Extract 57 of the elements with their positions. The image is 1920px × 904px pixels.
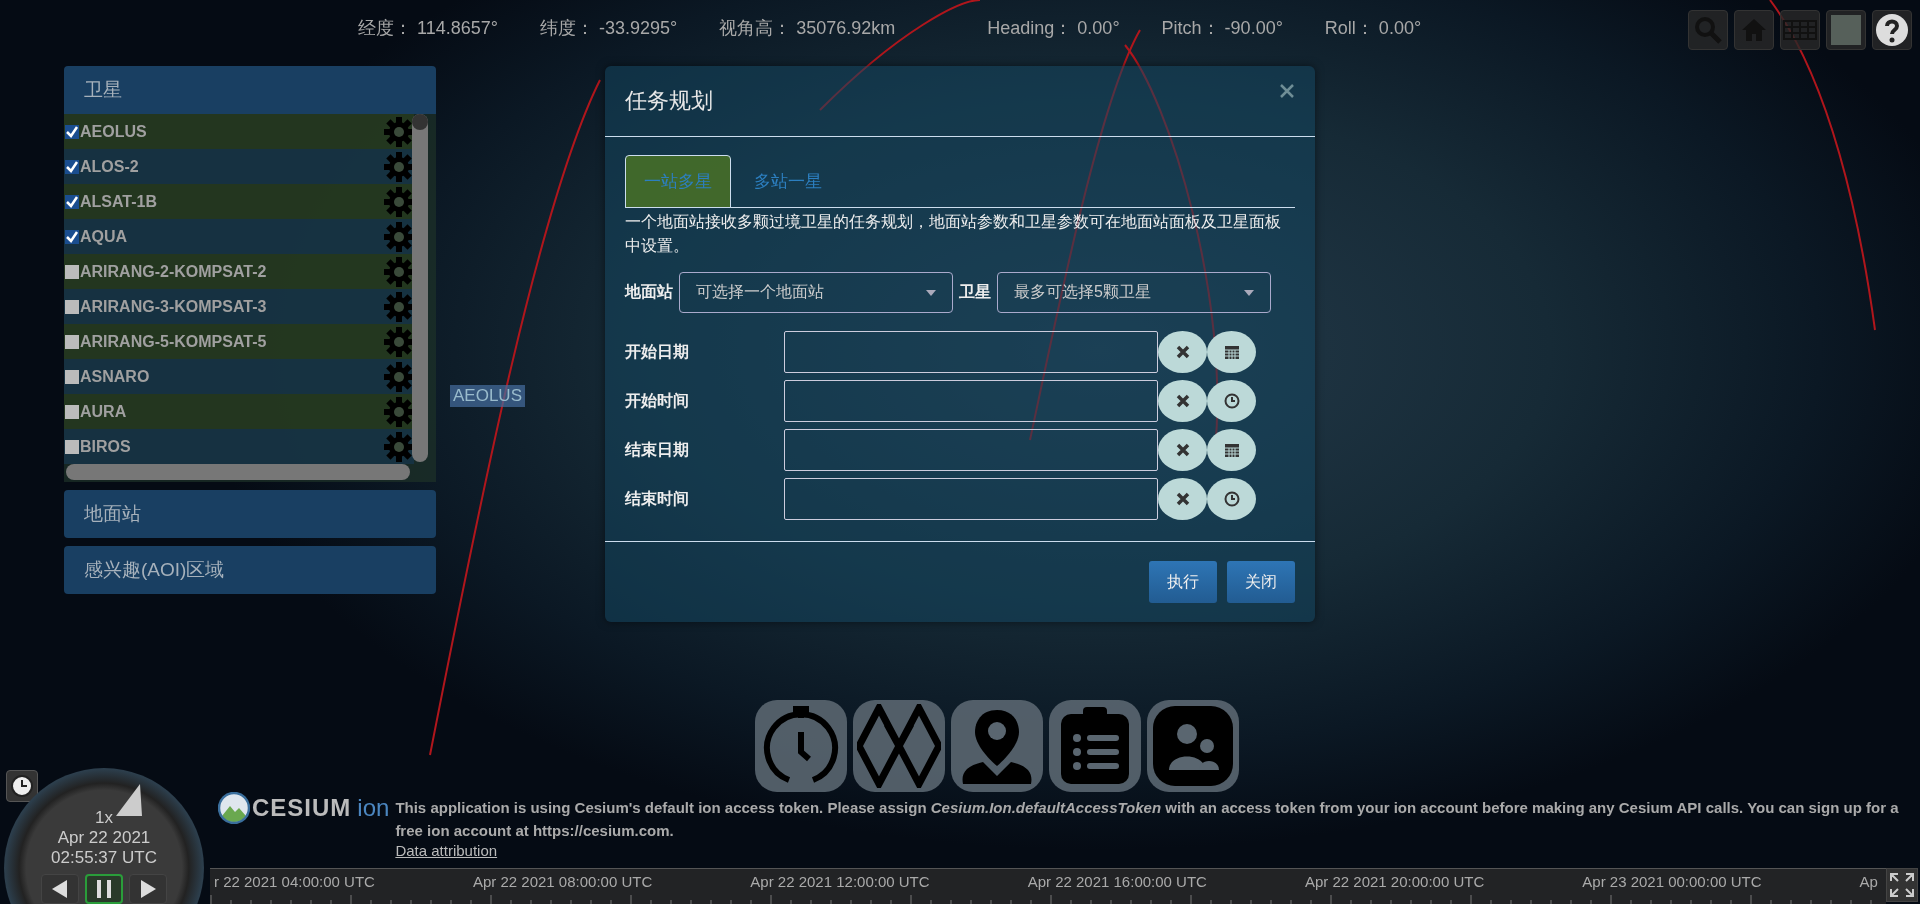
satellite-row[interactable]: ASNARO [64, 359, 414, 394]
credit-message: This application is using Cesium's default ion access token. Please assign Cesium.Ion.defaultAccessToken with an access token from your ion account before making any Cesium API calls. You can sign up for a free ion account at https://cesium.com. [395, 798, 1900, 841]
timeline-label: Apr 22 2021 20:00:00 UTC [1304, 873, 1485, 890]
satellite-row[interactable]: ALOS-2 [64, 149, 414, 184]
status-reading: Pitch： -90.00° [1161, 17, 1283, 40]
tab[interactable]: 多站一星 [735, 155, 841, 208]
status-reading: Roll： 0.00° [1324, 17, 1422, 40]
status-reading: 纬度： -33.9295° [539, 17, 678, 40]
dialog-title: 任务规划 [625, 87, 713, 115]
timeline-bar[interactable]: r 22 2021 04:00:00 UTC Apr 22 2021 08:00:00 UTC Apr 22 2021 12:00:00 UTC Apr 22 2021 16:00:00 UTC Apr 22 2021 20:00:00 UTC Apr 23 2021 00:00:00 UTC Ap [210, 868, 1886, 904]
satellite-row[interactable]: ALSAT-1B [64, 184, 414, 219]
timeline-label: Apr 22 2021 12:00:00 UTC [750, 873, 930, 890]
accordion-header[interactable]: 感兴趣(AOI)区域 [64, 546, 436, 594]
satellite-name: AEOLUS [80, 122, 148, 141]
satellite-row[interactable]: ARIRANG-3-KOMPSAT-3 [64, 289, 414, 324]
field-label: 结束日期 [625, 439, 690, 460]
data-attribution-link[interactable]: Data attribution [395, 842, 498, 860]
satellite-row[interactable]: AURA [64, 394, 414, 429]
satellite-row[interactable]: AQUA [64, 219, 414, 254]
satellite-name: ASNARO [80, 367, 151, 386]
satellite-name: BIROS [80, 437, 132, 456]
satellite-name: ARIRANG-3-KOMPSAT-3 [80, 297, 268, 316]
field-label: 卫星 [959, 282, 991, 302]
field-label: 开始日期 [625, 341, 690, 362]
timeline-label: Apr 22 2021 08:00:00 UTC [472, 873, 653, 890]
accordion-header[interactable]: 地面站 [64, 490, 436, 538]
status-reading: 视角高： 35076.92km [719, 17, 896, 40]
satellite-row[interactable]: AEOLUS [64, 114, 414, 149]
satellite-name: ARIRANG-2-KOMPSAT-2 [80, 262, 268, 281]
timeline-label: Apr 22 2021 16:00:00 UTC [1027, 873, 1207, 890]
dialog-button[interactable]: 关闭 [1227, 561, 1295, 603]
satellite-name: ALOS-2 [80, 157, 140, 176]
speed-text: 1x [95, 808, 113, 828]
field-label: 地面站 [625, 282, 673, 302]
field-label: 结束时间 [625, 488, 690, 509]
dropdown-field[interactable]: 可选择一个地面站 [679, 272, 953, 313]
status-reading: Heading： 0.00° [987, 17, 1120, 40]
accordion-header[interactable]: 卫星 [64, 66, 436, 114]
satellite-name: ARIRANG-5-KOMPSAT-5 [80, 332, 268, 351]
time-text: 02:55:37 UTC [51, 848, 157, 868]
description-text: 一个地面站接收多颗过境卫星的任务规划，地面站参数和卫星参数可在地面站面板及卫星面板中设置。 [625, 212, 1282, 256]
satellite-name: AQUA [80, 227, 129, 246]
satellite-name: ALSAT-1B [80, 192, 159, 211]
status-reading: 经度： 114.8657° [358, 17, 498, 40]
dialog-button[interactable]: 执行 [1149, 561, 1217, 603]
satellite-name: AURA [80, 402, 128, 421]
field-label: 开始时间 [625, 390, 690, 411]
timeline-label: Ap [1859, 873, 1878, 890]
timeline-label: Apr 23 2021 00:00:00 UTC [1582, 873, 1762, 890]
satellite-label: AEOLUS [450, 385, 525, 407]
satellite-row[interactable]: ARIRANG-5-KOMPSAT-5 [64, 324, 414, 359]
cesium-logo[interactable]: CESIUM ion [218, 790, 390, 826]
satellite-row[interactable]: BIROS [64, 429, 414, 464]
date-text: Apr 22 2021 [57, 828, 151, 848]
timeline-label: r 22 2021 04:00:00 UTC [214, 873, 375, 890]
satellite-row[interactable]: ARIRANG-2-KOMPSAT-2 [64, 254, 414, 289]
dropdown-field[interactable]: 最多可选择5颗卫星 [997, 272, 1271, 313]
